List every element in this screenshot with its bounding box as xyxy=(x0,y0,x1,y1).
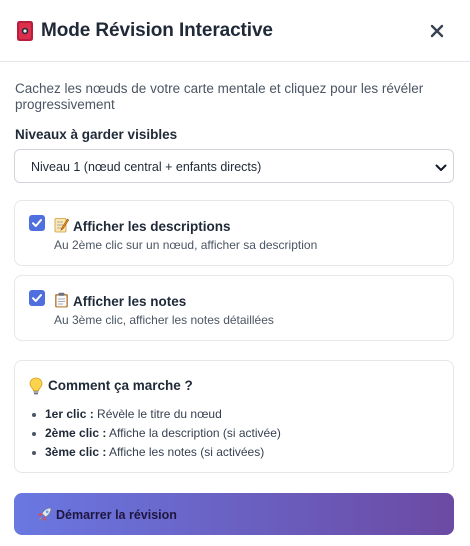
how-it-works-box: Comment ça marche ? 1er clic : Révèle le… xyxy=(14,360,454,473)
levels-label: Niveaux à garder visibles xyxy=(15,127,178,142)
start-revision-button[interactable]: Démarrer la révision xyxy=(14,493,454,535)
step-label: 3ème clic : xyxy=(45,445,107,459)
lightbulb-icon xyxy=(29,377,43,395)
levels-select[interactable]: Niveau 1 (nœud central + enfants directs… xyxy=(14,149,454,183)
modal-header: Mode Révision Interactive xyxy=(0,0,470,62)
intro-text: Cachez les nœuds de votre carte mentale … xyxy=(15,81,424,112)
rocket-icon xyxy=(37,507,52,522)
levels-select-value: Niveau 1 (nœud central + enfants directs… xyxy=(31,160,262,174)
start-revision-label: Démarrer la révision xyxy=(56,508,177,522)
clipboard-icon xyxy=(54,292,69,308)
step-label: 2ème clic : xyxy=(45,426,107,440)
option-notes[interactable]: Afficher les notes Au 3ème clic, affiche… xyxy=(14,275,454,341)
step-text: Affiche la description (si activée) xyxy=(109,426,281,440)
chevron-down-icon xyxy=(434,161,448,173)
option-descriptions[interactable]: Afficher les descriptions Au 2ème clic s… xyxy=(14,200,454,266)
step-text: Révèle le titre du nœud xyxy=(97,407,222,421)
how-it-works-list: 1er clic : Révèle le titre du nœud 2ème … xyxy=(32,405,432,462)
modal-title-group: Mode Révision Interactive xyxy=(16,20,273,42)
close-icon[interactable] xyxy=(428,22,446,40)
red-card-icon xyxy=(16,20,34,42)
list-item: 3ème clic : Affiche les notes (si activé… xyxy=(32,443,432,462)
step-label: 1er clic : xyxy=(45,407,94,421)
memo-icon xyxy=(54,217,69,233)
step-text: Affiche les notes (si activées) xyxy=(109,445,265,459)
descriptions-subtitle: Au 2ème clic sur un nœud, afficher sa de… xyxy=(54,238,318,252)
notes-title: Afficher les notes xyxy=(73,294,187,309)
modal-title: Mode Révision Interactive xyxy=(41,20,273,41)
list-item: 2ème clic : Affiche la description (si a… xyxy=(32,424,432,443)
how-it-works-title: Comment ça marche ? xyxy=(48,378,193,393)
notes-subtitle: Au 3ème clic, afficher les notes détaill… xyxy=(54,313,274,327)
descriptions-checkbox[interactable] xyxy=(29,215,45,231)
notes-checkbox[interactable] xyxy=(29,290,45,306)
list-item: 1er clic : Révèle le titre du nœud xyxy=(32,405,432,424)
descriptions-title: Afficher les descriptions xyxy=(73,219,231,234)
